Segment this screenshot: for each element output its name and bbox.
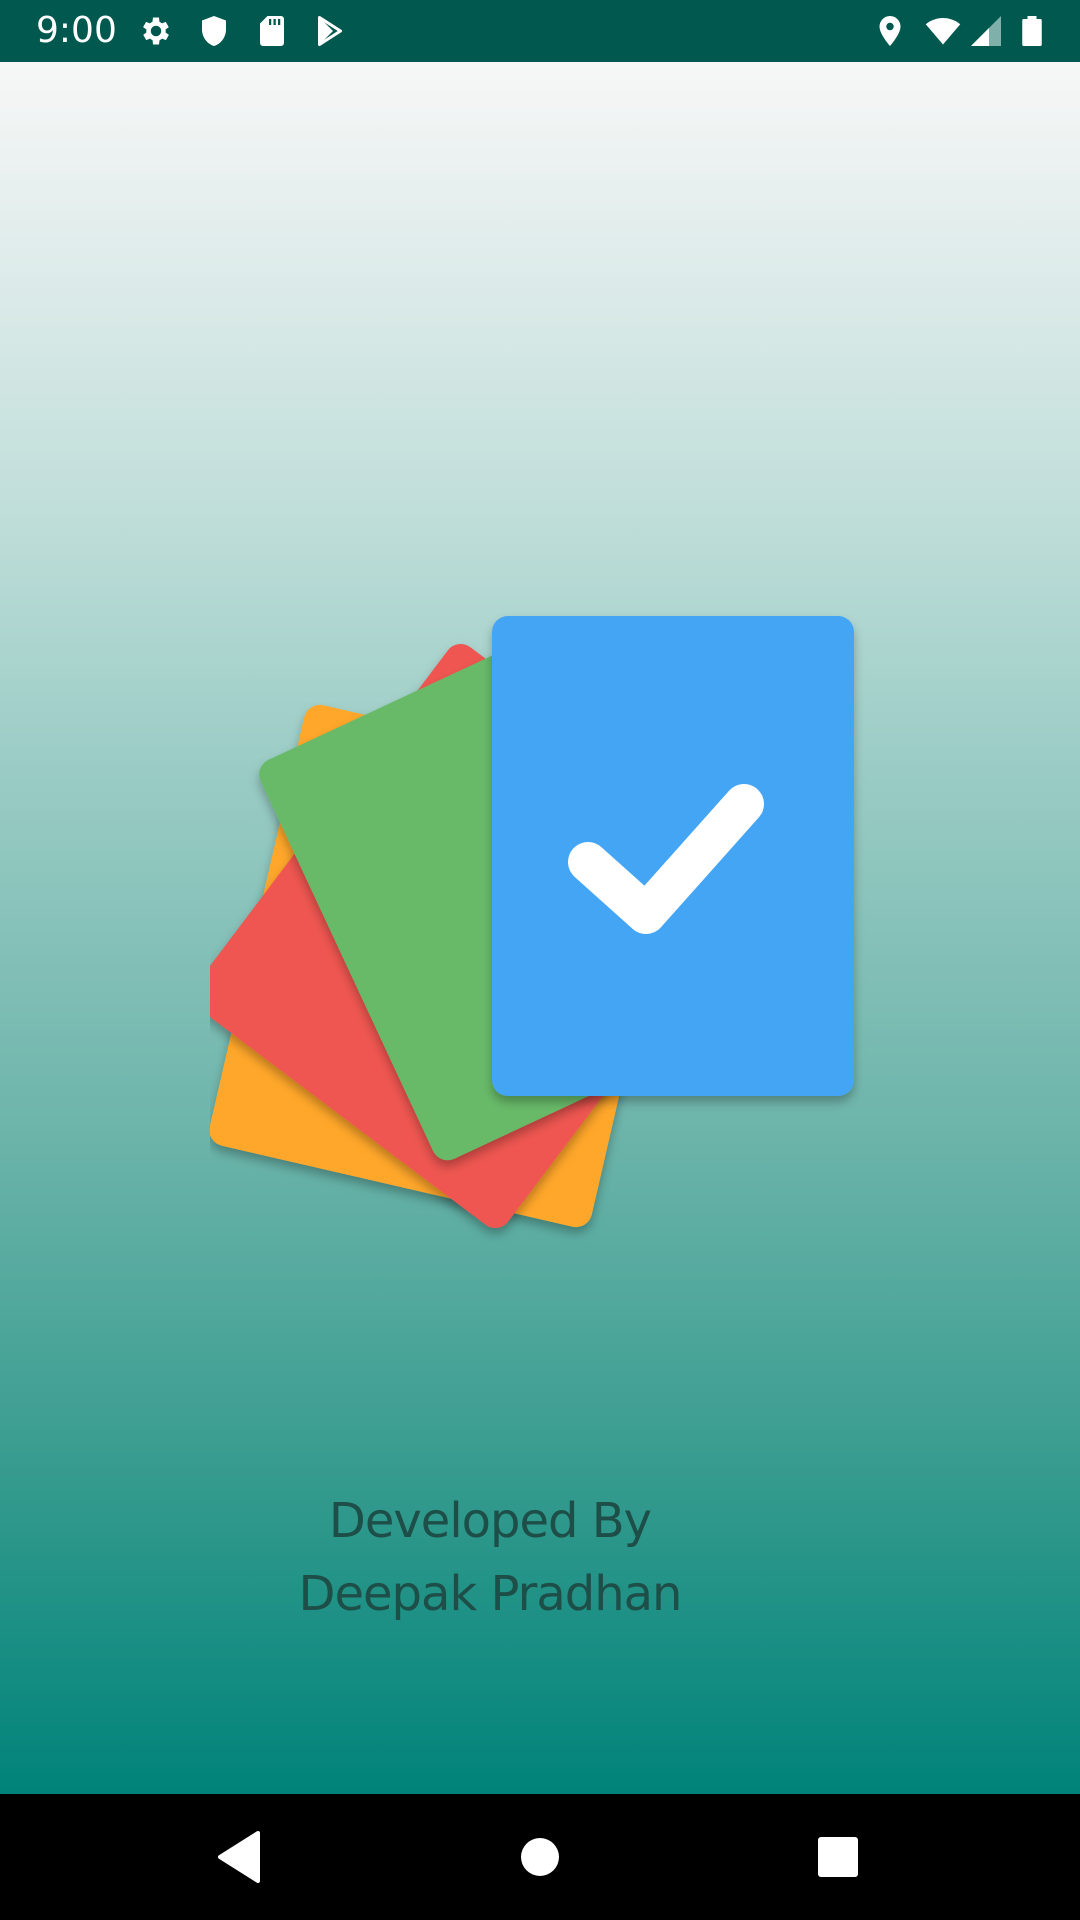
home-icon[interactable] [508,1825,572,1889]
recents-icon[interactable] [806,1825,870,1889]
credit-developed-by: Developed By [328,1493,652,1549]
wifi-icon [922,13,964,49]
status-bar: 9:00 [0,0,1080,62]
play-store-icon [312,13,348,49]
stacked-cards-checkmark-icon [210,616,854,1229]
back-icon[interactable] [206,1825,270,1889]
settings-icon [138,13,174,49]
screen: 9:00 Developed By Deepak Pradhan [0,0,1080,1920]
sd-card-icon [254,13,290,49]
credit-developer-name: Deepak Pradhan [298,1566,683,1622]
splash-screen: Developed By Deepak Pradhan [0,62,1080,1794]
shield-icon [196,13,232,49]
status-time: 9:00 [36,10,117,51]
location-icon [872,13,908,49]
battery-icon [1014,13,1050,49]
nav-bar [0,1794,1080,1920]
signal-icon [968,13,1004,49]
